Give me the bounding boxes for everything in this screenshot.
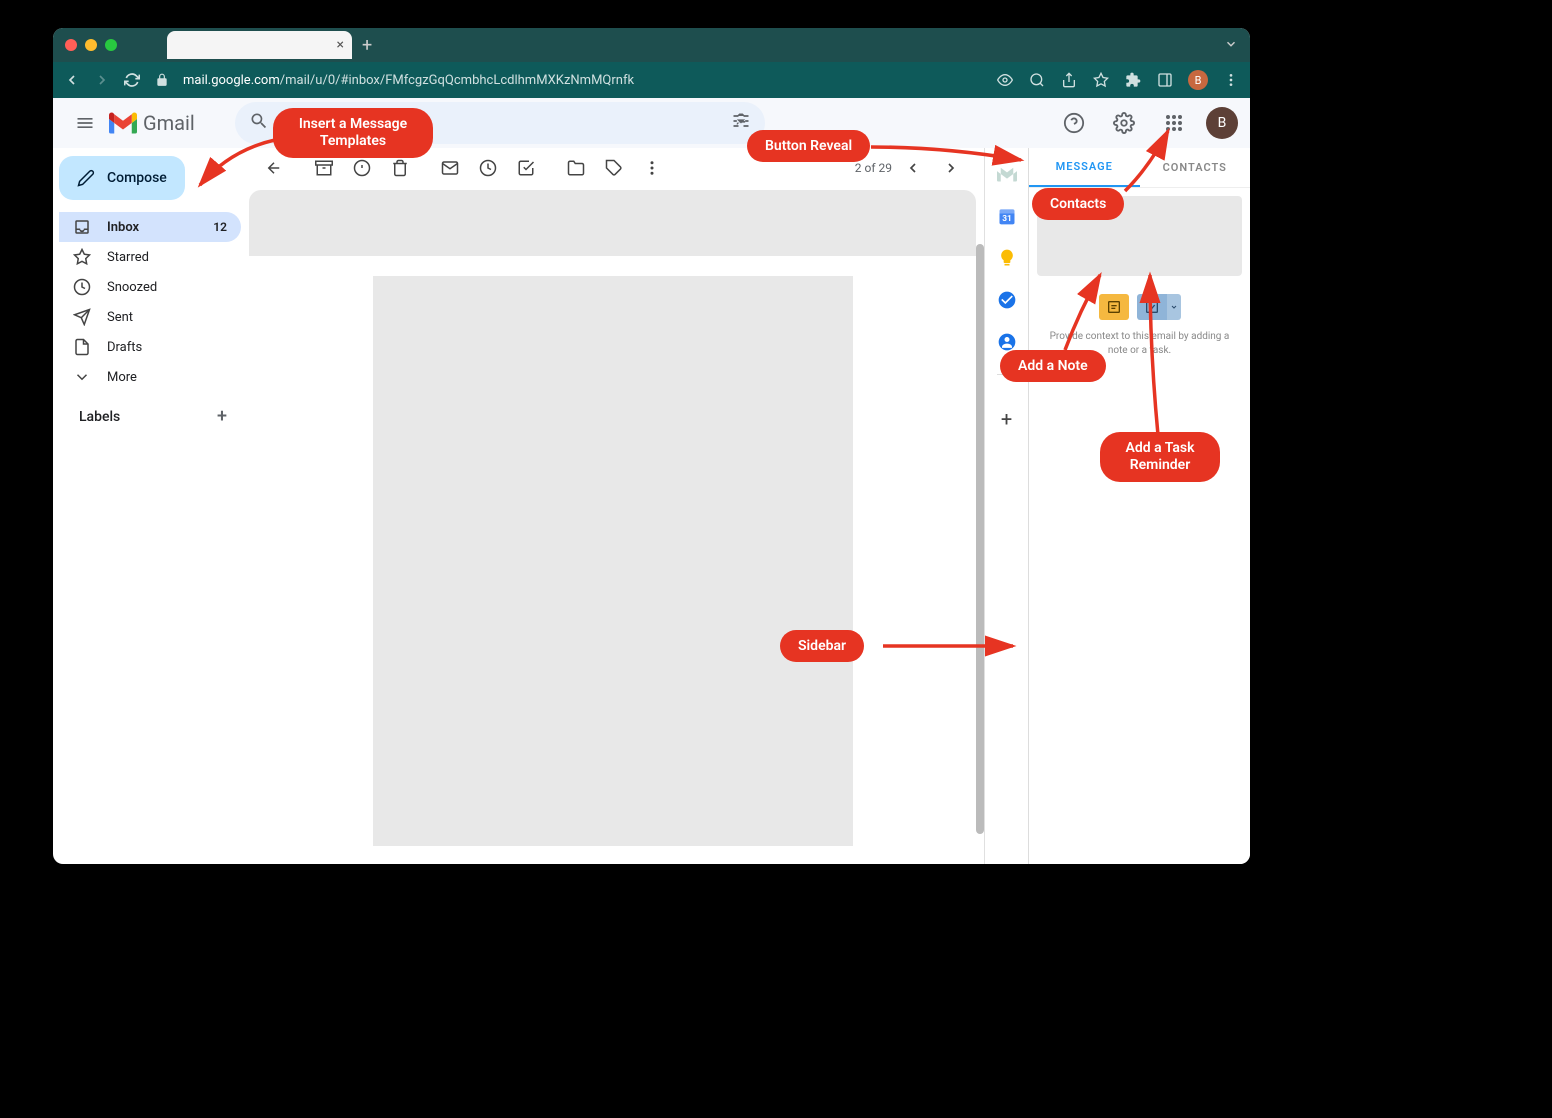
add-task-button[interactable]: [509, 151, 543, 185]
help-icon[interactable]: [1056, 105, 1092, 141]
move-to-button[interactable]: [559, 151, 593, 185]
nav-sent[interactable]: Sent: [59, 302, 241, 332]
email-header-placeholder: [249, 190, 976, 256]
account-avatar[interactable]: B: [1206, 107, 1238, 139]
panel-icon[interactable]: [1156, 71, 1174, 89]
gmail-brand-text: Gmail: [143, 111, 195, 135]
nav-starred[interactable]: Starred: [59, 242, 241, 272]
tab-close-icon[interactable]: ×: [337, 37, 344, 53]
nav-drafts[interactable]: Drafts: [59, 332, 241, 362]
nav-label: Starred: [107, 250, 149, 265]
reload-button[interactable]: [123, 71, 141, 89]
eye-icon[interactable]: [996, 71, 1014, 89]
extension-panel: MESSAGE CONTACTS Provide context to this…: [1028, 148, 1250, 864]
search-icon[interactable]: [249, 111, 269, 135]
gmail-logo[interactable]: Gmail: [109, 111, 195, 135]
tasks-icon[interactable]: [997, 290, 1017, 310]
main-menu-button[interactable]: [65, 103, 105, 143]
title-bar: × +: [53, 28, 1250, 62]
label-button[interactable]: [597, 151, 631, 185]
more-options-button[interactable]: [635, 151, 669, 185]
sidebar-left: Compose Inbox 12 Starred Snooz: [53, 148, 241, 864]
gmail-body: Compose Inbox 12 Starred Snooz: [53, 148, 1250, 864]
nav-inbox[interactable]: Inbox 12: [59, 212, 241, 242]
labels-header: Labels +: [59, 392, 241, 431]
url-text[interactable]: mail.google.com/mail/u/0/#inbox/FMfcgzGq…: [183, 73, 984, 88]
snooze-button[interactable]: [471, 151, 505, 185]
minimize-window-button[interactable]: [85, 39, 97, 51]
back-button[interactable]: [63, 71, 81, 89]
profile-avatar[interactable]: B: [1188, 70, 1208, 90]
file-icon: [73, 338, 91, 356]
maximize-window-button[interactable]: [105, 39, 117, 51]
annotation-sidebar: Sidebar: [780, 630, 864, 662]
nav-label: Inbox: [107, 220, 139, 235]
add-label-button[interactable]: +: [217, 406, 227, 427]
menu-dots-icon[interactable]: [1222, 71, 1240, 89]
compose-label: Compose: [107, 170, 167, 186]
annotation-contacts: Contacts: [1032, 188, 1124, 220]
traffic-lights: [65, 39, 117, 51]
keep-icon[interactable]: [997, 248, 1017, 268]
forward-button[interactable]: [93, 71, 111, 89]
annotation-button-reveal: Button Reveal: [747, 130, 870, 162]
main-content: 2 of 29: [241, 148, 984, 864]
inbox-icon: [73, 218, 91, 236]
contacts-icon[interactable]: [997, 332, 1017, 352]
nav-list: Inbox 12 Starred Snoozed Sent Draf: [59, 212, 241, 392]
share-icon[interactable]: [1060, 71, 1078, 89]
compose-button[interactable]: Compose: [59, 156, 185, 200]
nav-more[interactable]: More: [59, 362, 241, 392]
extensions-icon[interactable]: [1124, 71, 1142, 89]
star-icon: [73, 248, 91, 266]
annotation-add-task: Add a Task Reminder: [1100, 432, 1220, 482]
sidebar-right-rail: 31 +: [984, 148, 1028, 864]
nav-label: Sent: [107, 310, 133, 325]
nav-snoozed[interactable]: Snoozed: [59, 272, 241, 302]
nav-label: Snoozed: [107, 280, 157, 295]
tab-list-chevron-icon[interactable]: [1224, 36, 1238, 55]
bookmark-star-icon[interactable]: [1092, 71, 1110, 89]
annotation-add-note: Add a Note: [1000, 350, 1106, 382]
chevron-down-icon: [73, 368, 91, 386]
send-icon: [73, 308, 91, 326]
add-addon-button[interactable]: +: [997, 409, 1017, 429]
new-tab-button[interactable]: +: [362, 35, 372, 56]
nav-label: Drafts: [107, 340, 142, 355]
mark-unread-button[interactable]: [433, 151, 467, 185]
close-window-button[interactable]: [65, 39, 77, 51]
url-bar: mail.google.com/mail/u/0/#inbox/FMfcgzGq…: [53, 62, 1250, 98]
zoom-icon[interactable]: [1028, 71, 1046, 89]
email-body-placeholder: [373, 276, 853, 846]
search-options-icon[interactable]: [731, 111, 751, 135]
calendar-icon[interactable]: 31: [997, 206, 1017, 226]
nav-count: 12: [213, 220, 227, 234]
clock-icon: [73, 278, 91, 296]
scrollbar-thumb[interactable]: [976, 244, 984, 834]
annotation-templates: Insert a Message Templates: [273, 108, 433, 158]
browser-tab[interactable]: ×: [167, 31, 352, 59]
svg-text:31: 31: [1002, 214, 1012, 224]
nav-label: More: [107, 370, 137, 385]
lock-icon[interactable]: [153, 71, 171, 89]
